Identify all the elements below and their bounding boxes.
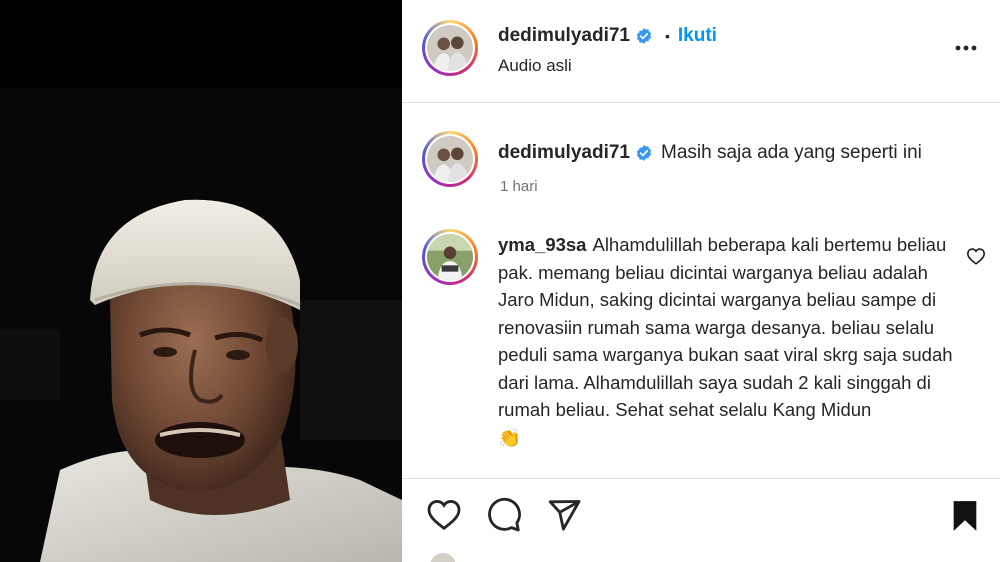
actions-divider [402, 478, 1000, 479]
verified-badge-icon [636, 28, 652, 44]
comment-item: yma_93sa Alhamdulillah beberapa kali bert… [498, 231, 953, 451]
paper-plane-icon[interactable] [546, 497, 582, 533]
header-username[interactable]: dedimulyadi71 [498, 25, 630, 47]
verified-badge-icon [636, 145, 652, 161]
heart-outline-icon[interactable] [966, 247, 986, 265]
commenter-avatar-image [427, 234, 473, 280]
heart-icon[interactable] [426, 497, 462, 531]
video-frame-image [0, 0, 402, 562]
follow-button[interactable]: Ikuti [678, 25, 717, 47]
clapping-emoji: 👏 [498, 426, 522, 448]
caption: dedimulyadi71 Masih saja ada yang sepert… [498, 142, 922, 164]
post-video[interactable] [0, 0, 402, 562]
caption-username[interactable]: dedimulyadi71 [498, 142, 630, 164]
separator-dot: • [665, 28, 670, 44]
commenter-avatar[interactable] [422, 229, 478, 285]
comment-username[interactable]: yma_93sa [498, 234, 586, 255]
bookmark-filled-icon[interactable] [950, 499, 980, 533]
comment-bubble-icon[interactable] [486, 497, 522, 533]
author-avatar-image [427, 25, 473, 71]
caption-avatar-image [427, 136, 473, 182]
post-sidebar: dedimulyadi71 • Ikuti Audio asli dedimul… [402, 0, 1000, 562]
header-divider [402, 102, 1000, 103]
comment-text: Alhamdulillah beberapa kali bertemu beli… [498, 234, 953, 420]
post-header-user: dedimulyadi71 • Ikuti [498, 25, 717, 47]
author-avatar[interactable] [422, 20, 478, 76]
caption-timestamp[interactable]: 1 hari [500, 178, 538, 195]
caption-text: Masih saja ada yang seperti ini [661, 142, 922, 163]
post-actions [402, 497, 1000, 541]
audio-link[interactable]: Audio asli [498, 56, 572, 76]
next-avatar-peek [430, 553, 456, 562]
more-horizontal-icon[interactable] [954, 44, 978, 52]
caption-avatar[interactable] [422, 131, 478, 187]
